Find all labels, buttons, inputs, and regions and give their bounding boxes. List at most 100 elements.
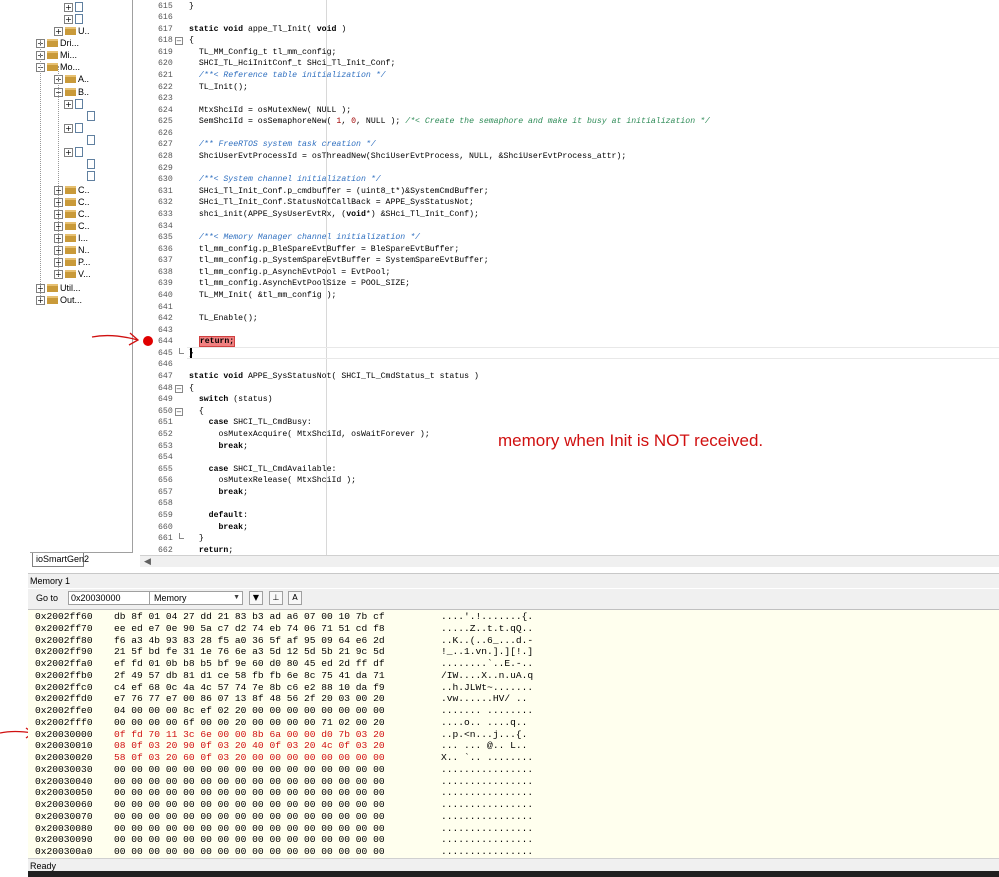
memory-row[interactable]: 0x20030030 00 00 00 00 00 00 00 00 00 00 … — [28, 764, 999, 776]
tree-item[interactable]: + U.. — [54, 25, 90, 37]
memory-row[interactable]: 0x20030060 00 00 00 00 00 00 00 00 00 00 … — [28, 799, 999, 811]
tree-item[interactable] — [76, 170, 97, 182]
tree-item[interactable]: + V... — [54, 268, 91, 280]
code-line[interactable]: 635 /**< Memory Manager channel initiali… — [140, 232, 999, 244]
code-line[interactable]: 631 SHci_Tl_Init_Conf.p_cmdbuffer = (uin… — [140, 186, 999, 198]
code-line[interactable]: 660 break; — [140, 522, 999, 534]
code-line[interactable]: 624 MtxShciId = osMutexNew( NULL ); — [140, 105, 999, 117]
code-line[interactable]: 615} — [140, 1, 999, 13]
tree-item[interactable] — [76, 158, 97, 170]
code-line[interactable]: 626 — [140, 128, 999, 140]
code-line[interactable]: 654 — [140, 452, 999, 464]
project-tab[interactable]: ioSmartGen2 — [32, 553, 89, 567]
tree-item[interactable]: + Out... — [36, 294, 82, 306]
chevron-down-icon[interactable]: ▼ — [233, 592, 240, 604]
memory-row[interactable]: 0x2002fff0 00 00 00 00 6f 00 00 20 00 00 … — [28, 717, 999, 729]
tree-item[interactable]: + — [64, 1, 85, 13]
tree-item[interactable]: + Dri... — [36, 37, 79, 49]
memory-row[interactable]: 0x20030070 00 00 00 00 00 00 00 00 00 00 … — [28, 811, 999, 823]
code-editor[interactable]: 615} 616 617 static void appe_Tl_Init( void… — [140, 0, 999, 555]
fold-collapse-icon[interactable]: − — [175, 384, 183, 393]
tree-item[interactable]: + Util... — [36, 282, 81, 294]
memory-row[interactable]: 0x2002ffb0 2f 49 57 db 81 d1 ce 58 fb fb … — [28, 670, 999, 682]
breakpoint-icon[interactable] — [143, 336, 153, 346]
tree-item[interactable]: + C.. — [54, 208, 90, 220]
memory-row[interactable]: 0x2002ffc0 c4 ef 68 0c 4a 4c 57 74 7e 8b … — [28, 682, 999, 694]
tree-item[interactable]: + C.. — [54, 196, 90, 208]
code-line[interactable]: 656 osMutexRelease( MtxShciId ); — [140, 475, 999, 487]
memory-row[interactable]: 0x20030010 08 0f 03 20 90 0f 03 20 40 0f … — [28, 740, 999, 752]
code-line[interactable]: 657 break; — [140, 487, 999, 499]
expand-icon[interactable]: + — [64, 2, 73, 12]
tree-item[interactable]: + I... — [54, 232, 88, 244]
tree-item[interactable] — [76, 110, 97, 122]
code-line[interactable]: 647 static void APPE_SysStatusNot( SHCI_T… — [140, 371, 999, 383]
code-line[interactable]: 632 SHci_Tl_Init_Conf.StatusNotCallBack … — [140, 197, 999, 209]
code-line[interactable]: 629 — [140, 163, 999, 175]
memory-row[interactable]: 0x2002ff90 21 5f bd fe 31 1e 76 6e a3 5d … — [28, 646, 999, 658]
code-line[interactable]: 650− { — [140, 406, 999, 418]
display-options-icon[interactable]: ▼ — [249, 591, 263, 605]
code-line[interactable]: 662 return; — [140, 545, 999, 555]
code-line[interactable]: 651 case SHCI_TL_CmdBusy: — [140, 417, 999, 429]
code-line[interactable]: 620 SHCI_TL_HciInitConf_t SHci_Tl_Init_C… — [140, 58, 999, 70]
code-line[interactable]: 637 tl_mm_config.p_SystemSpareEvtBuffer … — [140, 255, 999, 267]
expand-icon[interactable]: + — [64, 123, 73, 133]
tree-item[interactable]: + N.. — [54, 244, 90, 256]
code-line[interactable]: 616 — [140, 12, 999, 24]
code-line[interactable]: 641 — [140, 302, 999, 314]
tree-item[interactable]: − B.. — [54, 86, 89, 98]
editor-horizontal-scrollbar[interactable]: ◀ — [140, 555, 999, 567]
tree-item[interactable]: + A.. — [54, 73, 89, 85]
tree-item[interactable]: + P... — [54, 256, 90, 268]
code-line[interactable]: 658 — [140, 498, 999, 510]
code-line[interactable]: 640 TL_MM_Init( &tl_mm_config ); — [140, 290, 999, 302]
code-line[interactable]: 655 case SHCI_TL_CmdAvailable: — [140, 464, 999, 476]
tree-item[interactable]: + — [64, 122, 85, 134]
code-line[interactable]: 659 default: — [140, 510, 999, 522]
tree-item[interactable]: + C.. — [54, 220, 90, 232]
expand-icon[interactable]: + — [54, 26, 63, 36]
workspace-tree[interactable]: + + + U.. + Dri... + Mi... − Mo... + A.. − B.. + + + + C..… — [30, 0, 133, 552]
memory-row[interactable]: 0x20030090 00 00 00 00 00 00 00 00 00 00 … — [28, 834, 999, 846]
memory-row[interactable]: 0x200300a0 00 00 00 00 00 00 00 00 00 00 … — [28, 846, 999, 858]
memory-view[interactable]: 0x2002ff60 db 8f 01 04 27 dd 21 83 b3 ad … — [28, 609, 999, 858]
code-line[interactable]: 617 static void appe_Tl_Init( void ) — [140, 24, 999, 36]
code-line[interactable]: 661 } — [140, 533, 999, 545]
memory-row[interactable]: 0x20030080 00 00 00 00 00 00 00 00 00 00 … — [28, 823, 999, 835]
memory-row[interactable]: 0x2002ff60 db 8f 01 04 27 dd 21 83 b3 ad … — [28, 611, 999, 623]
code-line[interactable]: 625 SemShciId = osSemaphoreNew( 1, 0, NU… — [140, 116, 999, 128]
code-line[interactable]: 646 — [140, 359, 999, 371]
tree-item[interactable]: + — [64, 146, 85, 158]
code-line[interactable]: 633 shci_init(APPE_SysUserEvtRx, (void*)… — [140, 209, 999, 221]
memory-row[interactable]: 0x20030020 58 0f 03 20 60 0f 03 20 00 00 … — [28, 752, 999, 764]
tree-item[interactable]: + Mi... — [36, 49, 77, 61]
code-line[interactable]: 630 /**< System channel initialization *… — [140, 174, 999, 186]
code-line[interactable]: 648−{ — [140, 383, 999, 395]
expand-icon[interactable]: + — [64, 99, 73, 109]
memory-row[interactable]: 0x2002ffa0 ef fd 01 0b b8 b5 bf 9e 60 d0 … — [28, 658, 999, 670]
code-line[interactable]: 623 — [140, 93, 999, 105]
memory-zone-select[interactable]: Memory ▼ — [149, 591, 243, 605]
font-options-icon[interactable]: A — [288, 591, 302, 605]
memory-row[interactable]: 0x2002ff70 ee ed e7 0e 90 5a c7 d2 74 eb … — [28, 623, 999, 635]
code-line[interactable]: 636 tl_mm_config.p_BleSpareEvtBuffer = B… — [140, 244, 999, 256]
code-line[interactable]: 649 switch (status) — [140, 394, 999, 406]
memory-row[interactable]: 0x2002ff80 f6 a3 4b 93 83 28 f5 a0 36 5f … — [28, 635, 999, 647]
code-line[interactable]: 621 /**< Reference table initialization … — [140, 70, 999, 82]
code-line[interactable]: 643 — [140, 325, 999, 337]
fold-collapse-icon[interactable]: − — [175, 37, 183, 46]
anchor-icon[interactable]: ⊥ — [269, 591, 283, 605]
fold-collapse-icon[interactable]: − — [175, 407, 183, 416]
tree-item[interactable]: + — [64, 98, 85, 110]
code-line[interactable]: 634 — [140, 221, 999, 233]
code-line[interactable]: 628 ShciUserEvtProcessId = osThreadNew(S… — [140, 151, 999, 163]
tree-item[interactable]: + C.. — [54, 184, 90, 196]
memory-row[interactable]: 0x20030000 0f fd 70 11 3c 6e 00 00 8b 6a … — [28, 729, 999, 741]
expand-icon[interactable]: + — [64, 14, 73, 24]
code-line[interactable]: 639 tl_mm_config.AsynchEvtPoolSize = POO… — [140, 278, 999, 290]
memory-row[interactable]: 0x20030040 00 00 00 00 00 00 00 00 00 00 … — [28, 776, 999, 788]
code-line[interactable]: 618−{ — [140, 35, 999, 47]
code-line[interactable]: 638 tl_mm_config.p_AsynchEvtPool = EvtPo… — [140, 267, 999, 279]
tree-item[interactable]: + — [64, 13, 85, 25]
